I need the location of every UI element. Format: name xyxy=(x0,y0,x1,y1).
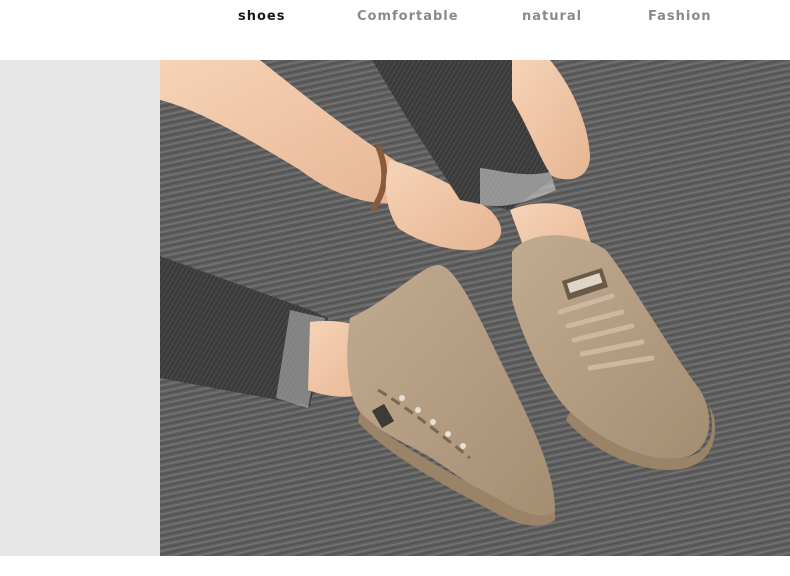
side-panel xyxy=(0,60,160,556)
nav-item-natural[interactable]: natural xyxy=(522,9,582,24)
product-photo xyxy=(160,60,790,556)
nav-item-comfortable[interactable]: Comfortable xyxy=(357,9,459,24)
nav-item-shoes[interactable]: shoes xyxy=(238,9,285,24)
category-nav: shoes Comfortable natural Fashion xyxy=(0,0,790,60)
nav-item-fashion[interactable]: Fashion xyxy=(648,9,712,24)
product-page: shoes Comfortable natural Fashion xyxy=(0,0,790,576)
